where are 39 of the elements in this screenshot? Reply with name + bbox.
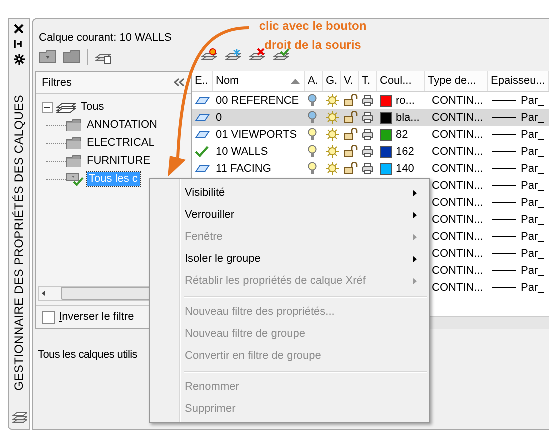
linetype-cell: CONTIN... [432, 248, 484, 260]
layer-name: 01 VIEWPORTS [216, 128, 298, 140]
color-name: 162 [396, 146, 414, 158]
linetype-cell: CONTIN... [432, 94, 484, 106]
current-layer-label: Calque courant: 10 WALLS [39, 32, 172, 44]
linetype-cell: CONTIN... [432, 128, 484, 140]
layer-name: 00 REFERENCE [216, 94, 300, 106]
status-text: Tous les calques utilis [38, 349, 138, 361]
lineweight-cell: Par_ [521, 248, 544, 260]
linetype-cell: CONTIN... [432, 230, 484, 242]
annotation-text: clic avec le bouton droit de la souris [258, 18, 368, 54]
lineweight-cell: Par_ [521, 146, 544, 158]
filters-title: Filtres [42, 76, 72, 88]
lineweight-cell: Par_ [521, 94, 544, 106]
layer-name: 0 [216, 112, 222, 124]
layer-name: 11 FACING [216, 162, 272, 174]
linetype-cell: CONTIN... [432, 112, 484, 124]
color-name: ro... [396, 94, 415, 106]
lineweight-cell: Par_ [521, 196, 544, 208]
color-name: 82 [396, 128, 408, 140]
linetype-cell: CONTIN... [432, 162, 484, 174]
lineweight-cell: Par_ [521, 264, 544, 276]
linetype-cell: CONTIN... [432, 264, 484, 276]
linetype-cell: CONTIN... [432, 180, 484, 192]
lineweight-cell: Par_ [521, 214, 544, 226]
linetype-cell: CONTIN... [432, 146, 484, 158]
linetype-cell: CONTIN... [432, 214, 484, 226]
color-name: 140 [396, 162, 414, 174]
color-name: bla... [396, 112, 420, 124]
linetype-cell: CONTIN... [432, 196, 484, 208]
linetype-cell: CONTIN... [432, 282, 484, 294]
lineweight-cell: Par_ [521, 282, 544, 294]
lineweight-cell: Par_ [521, 128, 544, 140]
palette-title: GESTIONNAIRE DES PROPRIÉTÉS DES CALQUES [12, 95, 26, 391]
lineweight-cell: Par_ [521, 180, 544, 192]
lineweight-cell: Par_ [521, 162, 544, 174]
layer-name: 10 WALLS [216, 146, 268, 158]
lineweight-cell: Par_ [521, 112, 544, 124]
lineweight-cell: Par_ [521, 230, 544, 242]
